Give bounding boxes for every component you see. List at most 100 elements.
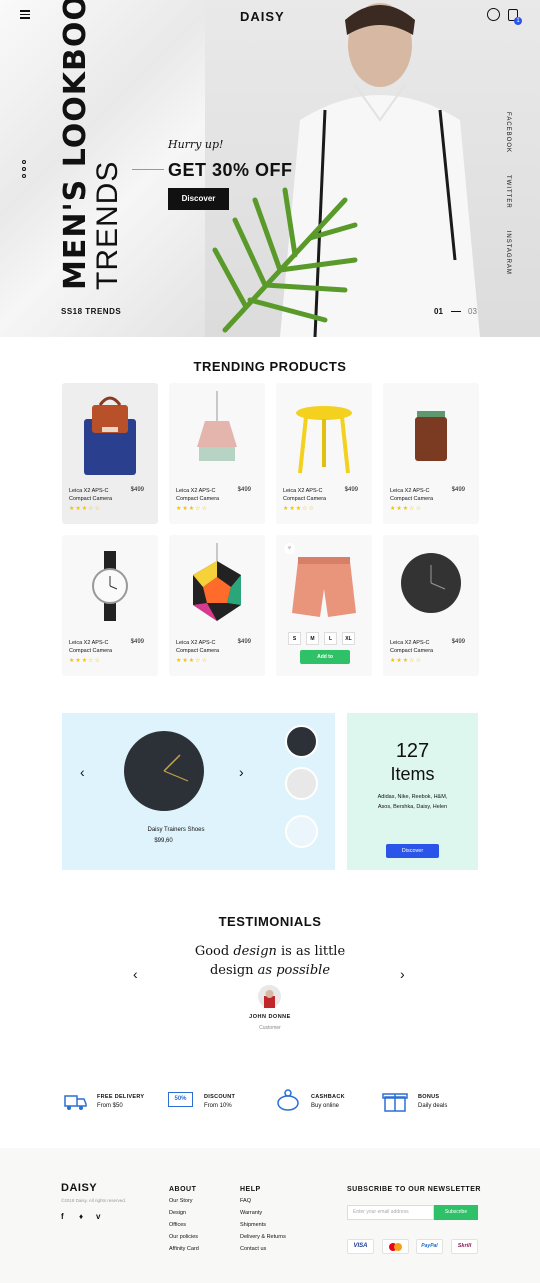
avatar-image (264, 990, 275, 1008)
trending-title: TRENDING PRODUCTS (193, 359, 347, 374)
footer-link[interactable]: Warranty (240, 1210, 286, 1216)
footer-brand: DAISY (61, 1182, 98, 1194)
items-label: Items (390, 764, 435, 784)
add-to-cart-button[interactable]: Add to (300, 650, 350, 664)
backpack-image (84, 396, 136, 475)
size-option[interactable]: S (288, 632, 301, 645)
instagram-link[interactable]: INSTAGRAM (505, 231, 511, 275)
avatar (258, 985, 281, 1008)
twitter-icon[interactable]: ♦ (79, 1212, 83, 1221)
size-option[interactable]: XL (342, 632, 355, 645)
about-links: Our Story Design Offices Our policies Affini… (169, 1198, 199, 1258)
hamburger-menu-icon[interactable] (20, 10, 30, 20)
product-price: $499 (344, 487, 358, 493)
chevron-left-icon[interactable]: ‹ (80, 764, 85, 780)
footer-link[interactable]: Offices (169, 1222, 199, 1228)
twitter-link[interactable]: TWITTER (505, 175, 511, 209)
hero-title-light: TRENDS (91, 160, 124, 290)
testimonial-next-icon[interactable]: › (400, 966, 405, 982)
product-price: $499 (237, 639, 251, 645)
rating-stars: ★★★☆☆ (390, 506, 422, 512)
stool-image (296, 406, 352, 474)
thumbnail-3[interactable] (285, 815, 318, 848)
season-label: SS18 TRENDS (61, 307, 122, 316)
email-field[interactable]: Enter your email address (347, 1205, 434, 1220)
product-card[interactable]: Leica X2 APS-C Compact Camera $499 ★★★☆☆ (383, 383, 479, 524)
hero-title-bold: MEN'S LOOKBOOK (58, 0, 93, 290)
product-price: $499 (130, 487, 144, 493)
rating-stars: ★★★☆☆ (283, 506, 315, 512)
footer-link[interactable]: Delivery & Returns (240, 1234, 286, 1240)
search-icon[interactable] (487, 8, 500, 21)
geometric-lamp-image (193, 543, 241, 621)
offer-divider (132, 169, 164, 170)
footer-link[interactable]: Contact us (240, 1246, 286, 1252)
hero-discover-button[interactable]: Discover (168, 188, 229, 210)
product-price: $499 (451, 487, 465, 493)
product-card[interactable]: Leica X2 APS-C Compact Camera $499 ★★★☆☆ (169, 535, 265, 676)
product-card-hover[interactable]: ♥ S M L XL Add to (276, 535, 372, 676)
newsletter-title: SUBSCRIBE TO OUR NEWSLETTER (347, 1186, 481, 1193)
vimeo-icon[interactable]: v (96, 1212, 100, 1221)
footer-link[interactable]: FAQ (240, 1198, 286, 1204)
benefit-title: DISCOUNT (204, 1094, 236, 1100)
product-card[interactable]: Leica X2 APS-C Compact Camera $499 ★★★☆☆ (276, 383, 372, 524)
slide-total: 03 (468, 307, 477, 316)
product-card[interactable]: Leica X2 APS-C Compact Camera $499 ★★★☆☆ (383, 535, 479, 676)
benefit-sub: Daily deals (418, 1103, 448, 1109)
product-card[interactable]: Leica X2 APS-C Compact Camera $499 ★★★☆☆ (62, 535, 158, 676)
skrill-icon: Skrill (451, 1239, 478, 1254)
benefit-title: BONUS (418, 1094, 440, 1100)
size-option[interactable]: L (324, 632, 337, 645)
facebook-link[interactable]: FACEBOOK (505, 112, 511, 153)
testimonial-name: JOHN DONNE (249, 1014, 291, 1020)
facebook-icon[interactable]: f (61, 1212, 64, 1221)
product-price: $499 (237, 487, 251, 493)
testimonial-quote: Good design is as little design as possib… (194, 944, 346, 978)
marble-clock-image (124, 731, 204, 811)
slider-dots[interactable] (22, 160, 26, 181)
social-links: FACEBOOK TWITTER INSTAGRAM (505, 112, 511, 297)
benefit-title: CASHBACK (311, 1094, 345, 1100)
mastercard-icon (382, 1239, 409, 1254)
footer-link[interactable]: Our policies (169, 1234, 199, 1240)
slide-divider (451, 311, 461, 312)
cart-count-badge: 1 (514, 17, 522, 25)
product-name: Leica X2 APS-C Compact Camera (69, 640, 113, 654)
testimonial-prev-icon[interactable]: ‹ (133, 966, 138, 982)
benefit-title: FREE DELIVERY (97, 1094, 145, 1100)
hurry-tagline: Hurry up! (168, 138, 224, 151)
size-selector: S M L XL (288, 627, 360, 645)
chevron-right-icon[interactable]: › (239, 764, 244, 780)
benefit-sub: From 10% (204, 1103, 232, 1109)
items-discover-button[interactable]: Discover (386, 844, 439, 858)
paypal-icon: PayPal (416, 1239, 443, 1254)
product-card[interactable]: Leica X2 APS-C Compact Camera $499 ★★★☆☆ (62, 383, 158, 524)
about-title: ABOUT (169, 1186, 197, 1193)
shorts-image (292, 557, 356, 617)
product-name: Leica X2 APS-C Compact Camera (390, 640, 434, 654)
footer-link[interactable]: Our Story (169, 1198, 199, 1204)
product-name: Leica X2 APS-C Compact Camera (283, 488, 327, 502)
footer-link[interactable]: Affinity Card (169, 1246, 199, 1252)
testimonial-role: Customer (259, 1025, 281, 1031)
size-option[interactable]: M (306, 632, 319, 645)
testimonials-title: TESTIMONIALS (218, 914, 322, 929)
rating-stars: ★★★☆☆ (69, 658, 101, 664)
rating-stars: ★★★☆☆ (390, 658, 422, 664)
product-card[interactable]: Leica X2 APS-C Compact Camera $499 ★★★☆☆ (169, 383, 265, 524)
lamp-image (197, 391, 237, 461)
thumbnail-2[interactable] (285, 767, 318, 800)
footer-link[interactable]: Shipments (240, 1222, 286, 1228)
copyright: ©2018 Daisy. All rights reserved. (61, 1198, 127, 1203)
brand-logo[interactable]: DAISY (240, 9, 285, 24)
help-links: FAQ Warranty Shipments Delivery & Returns Co… (240, 1198, 286, 1258)
product-name: Leica X2 APS-C Compact Camera (176, 488, 220, 502)
benefit-sub: Buy online (311, 1103, 340, 1109)
footer-link[interactable]: Design (169, 1210, 199, 1216)
slide-current: 01 (434, 307, 443, 316)
product-name: Leica X2 APS-C Compact Camera (69, 488, 113, 502)
subscribe-button[interactable]: Subscribe (434, 1205, 478, 1220)
thumbnail-1[interactable] (285, 725, 318, 758)
palm-leaf-decoration (212, 187, 358, 333)
